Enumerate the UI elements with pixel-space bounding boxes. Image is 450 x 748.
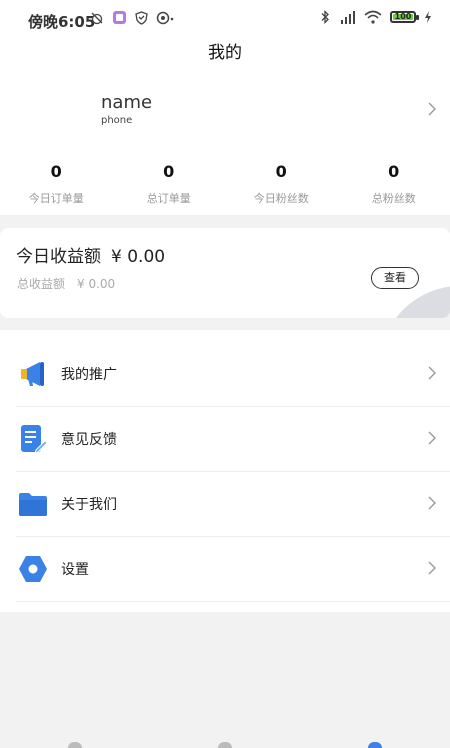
- today-earnings: 今日收益额 ¥ 0.00: [16, 242, 165, 267]
- battery-icon: 100: [390, 11, 419, 23]
- profile-card[interactable]: name phone 0 今日订单量 0 总订单量 0 今日粉丝数 0 总粉丝数: [0, 70, 450, 215]
- menu-item-label: 意见反馈: [61, 432, 117, 448]
- page-title: 我的: [208, 43, 242, 63]
- chevron-right-icon: [428, 431, 436, 445]
- menu-item-label: 设置: [61, 562, 89, 578]
- view-earnings-button[interactable]: 查看: [371, 267, 419, 289]
- stat-label: 总粉丝数: [371, 192, 416, 205]
- status-system-icons: 100: [320, 10, 432, 24]
- wifi-icon: [364, 10, 382, 24]
- chevron-right-icon: [428, 102, 436, 116]
- today-earnings-amount: ¥ 0.00: [111, 247, 166, 267]
- total-earnings: 总收益额 ¥ 0.00: [17, 275, 115, 292]
- menu-item-label: 关于我们: [61, 497, 117, 513]
- chevron-right-icon: [428, 561, 436, 575]
- total-earnings-label: 总收益额: [17, 277, 66, 291]
- app-notification-icon: [113, 11, 126, 24]
- signal-icon: [341, 11, 355, 24]
- alarm-off-icon: [91, 12, 103, 24]
- feedback-document-icon: [21, 425, 48, 454]
- menu-item-my-promotion[interactable]: 我的推广: [0, 342, 450, 407]
- stat-value: 0: [163, 162, 175, 181]
- user-phone: phone: [101, 115, 133, 126]
- status-time: 傍晚6:05: [28, 13, 96, 31]
- tab-bar-icon-hint[interactable]: [218, 742, 232, 748]
- user-info: name phone: [101, 92, 152, 128]
- stat-label: 今日粉丝数: [253, 192, 309, 205]
- stat-today-orders[interactable]: 0 今日订单量: [0, 162, 113, 206]
- vpn-icon: [156, 11, 174, 24]
- shield-icon: [135, 10, 148, 25]
- bluetooth-icon: [321, 10, 329, 24]
- charging-icon: [425, 11, 431, 23]
- chevron-right-icon: [428, 366, 436, 380]
- stat-label: 总订单量: [146, 192, 191, 205]
- empty-area: [0, 612, 450, 748]
- settings-hexagon-icon: [19, 556, 47, 582]
- total-earnings-amount: ¥ 0.00: [77, 277, 116, 291]
- decorative-circle: [380, 286, 450, 318]
- megaphone-icon: [21, 362, 44, 386]
- stat-today-fans[interactable]: 0 今日粉丝数: [225, 162, 338, 206]
- folder-icon: [19, 493, 47, 516]
- user-name: name: [101, 92, 153, 113]
- status-notification-icons: [90, 10, 174, 25]
- stat-value: 0: [388, 162, 400, 181]
- menu-item-feedback[interactable]: 意见反馈: [0, 407, 450, 472]
- menu-list: 我的推广 意见反馈 关于我们 设置: [0, 330, 450, 612]
- stat-value: 0: [275, 162, 287, 181]
- page-header: 我的: [0, 40, 450, 70]
- battery-level: 100: [394, 12, 412, 21]
- tab-bar-icon-hint[interactable]: [368, 742, 382, 748]
- stat-value: 0: [50, 162, 62, 181]
- status-bar: 傍晚6:05 100: [0, 0, 450, 40]
- tab-bar-icon-hint[interactable]: [68, 742, 82, 748]
- chevron-right-icon: [428, 496, 436, 510]
- stat-label: 今日订单量: [28, 192, 84, 205]
- stat-total-fans[interactable]: 0 总粉丝数: [338, 162, 450, 206]
- today-earnings-label: 今日收益额: [16, 247, 101, 267]
- menu-item-settings[interactable]: 设置: [0, 537, 450, 602]
- stats-row: 0 今日订单量 0 总订单量 0 今日粉丝数 0 总粉丝数: [0, 162, 450, 206]
- stat-total-orders[interactable]: 0 总订单量: [113, 162, 226, 206]
- menu-item-label: 我的推广: [61, 367, 117, 383]
- divider: [16, 601, 450, 602]
- menu-item-about-us[interactable]: 关于我们: [0, 472, 450, 537]
- earnings-card: 今日收益额 ¥ 0.00 总收益额 ¥ 0.00 查看: [0, 228, 450, 318]
